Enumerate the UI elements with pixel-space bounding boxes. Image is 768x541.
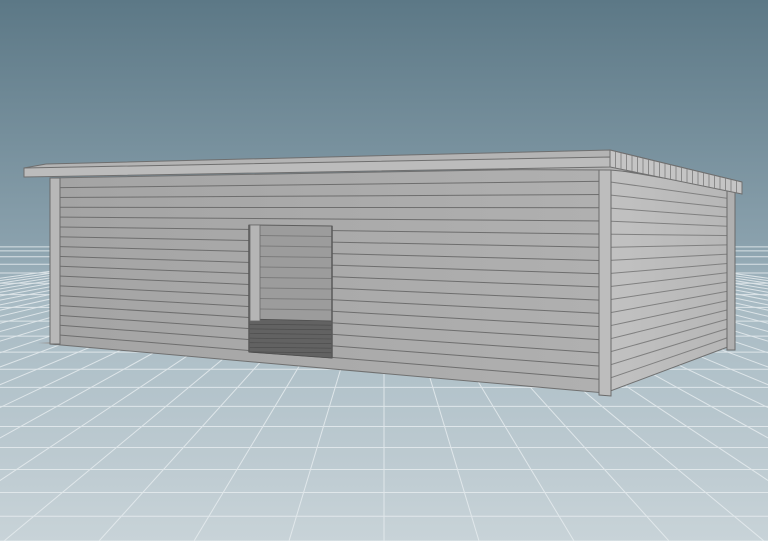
corner-post-left: [49, 177, 61, 345]
door-jamb-post: [249, 224, 261, 322]
corner-post-back-right: [726, 189, 736, 351]
viewport-canvas[interactable]: [0, 0, 768, 541]
corner-post-front-right: [598, 168, 612, 397]
3d-viewport[interactable]: [0, 0, 768, 541]
